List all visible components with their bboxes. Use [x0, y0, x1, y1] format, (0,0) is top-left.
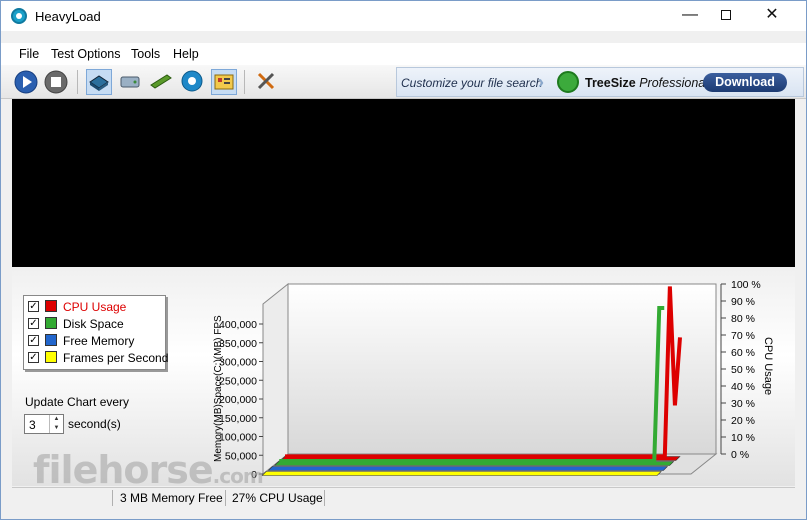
title-bar: HeavyLoad — ✕	[1, 1, 806, 31]
legend-label: Disk Space	[63, 317, 124, 331]
update-chart-label: Update Chart every	[25, 395, 130, 409]
legend-checkbox[interactable]: ✓	[28, 301, 39, 312]
menu-bar: File Test Options Tools Help	[1, 43, 806, 65]
cpu-test-button[interactable]	[86, 69, 112, 95]
right-axis-tick-label: 0 %	[731, 449, 749, 461]
toolbar-separator	[244, 70, 245, 94]
watermark: filehorse.com	[33, 448, 264, 492]
menu-file[interactable]: File	[19, 47, 39, 61]
left-axis-tick-label: 300,000	[219, 357, 257, 369]
status-divider	[324, 490, 325, 506]
render-area	[12, 99, 795, 267]
right-axis-tick-label: 20 %	[731, 415, 755, 427]
ad-brand: TreeSize Professional	[585, 76, 709, 90]
hard-disk-icon	[120, 76, 140, 88]
update-interval-stepper[interactable]: 3 ▲ ▼	[24, 414, 64, 434]
stop-button[interactable]	[43, 69, 69, 95]
treesize-logo-icon	[557, 71, 579, 93]
right-axis-tick-label: 10 %	[731, 432, 755, 444]
legend-checkbox[interactable]: ✓	[28, 335, 39, 346]
toolbar-separator	[77, 70, 78, 94]
status-divider	[225, 490, 226, 506]
watermark-name: filehorse	[33, 448, 214, 492]
left-axis-tick-label: 250,000	[219, 375, 257, 387]
stop-icon	[44, 70, 68, 94]
gpu-test-button[interactable]	[180, 69, 206, 95]
right-axis-tick-label: 60 %	[731, 347, 755, 359]
left-axis-tick-label: 350,000	[219, 338, 257, 350]
chart-legend: ✓ CPU Usage ✓ Disk Space ✓ Free Memory ✓…	[23, 295, 169, 370]
right-axis-tick-label: 70 %	[731, 330, 755, 342]
right-axis-tick-label: 50 %	[731, 364, 755, 376]
legend-checkbox[interactable]: ✓	[28, 318, 39, 329]
chevron-right-icon: ›	[538, 72, 544, 92]
legend-label: CPU Usage	[63, 300, 127, 314]
treesize-ad-banner[interactable]: Customize your file search › TreeSize Pr…	[396, 67, 804, 97]
start-button[interactable]	[13, 69, 39, 95]
cpu-chip-icon	[89, 75, 109, 91]
legend-swatch	[45, 351, 57, 363]
legend-swatch	[45, 317, 57, 329]
download-button[interactable]: Download	[703, 73, 787, 92]
app-window: HeavyLoad — ✕ File Test Options Tools He…	[0, 0, 807, 520]
right-axis-tick-label: 90 %	[731, 296, 755, 308]
chart-left-wall	[262, 282, 289, 476]
maximize-icon	[721, 9, 731, 20]
status-bar: 3 MB Memory Free 27% CPU Usage	[12, 487, 795, 507]
status-memory: 3 MB Memory Free	[120, 491, 223, 505]
menu-test-options[interactable]: Test Options	[51, 47, 120, 61]
status-cpu: 27% CPU Usage	[232, 491, 323, 505]
update-interval-value: 3	[29, 418, 36, 432]
heavyload-app-icon	[11, 8, 27, 24]
chart-back-wall	[287, 283, 717, 455]
legend-checkbox[interactable]: ✓	[28, 352, 39, 363]
menu-tools[interactable]: Tools	[131, 47, 160, 61]
series-floor-frames-per-second	[261, 471, 662, 476]
stepper-arrows-icon[interactable]: ▲ ▼	[49, 415, 63, 433]
options-button[interactable]	[254, 69, 280, 95]
disk-test-button[interactable]	[118, 69, 144, 95]
right-axis-tick-label: 80 %	[731, 313, 755, 325]
legend-swatch	[45, 300, 57, 312]
maximize-button[interactable]	[703, 1, 749, 31]
left-axis-label: Memory(MB)Space(C:)(MB) FPS	[213, 315, 224, 462]
legend-label: Free Memory	[63, 334, 135, 348]
chart-panel-icon	[214, 74, 234, 90]
legend-label: Frames per Second	[63, 351, 169, 365]
right-axis-tick-label: 30 %	[731, 398, 755, 410]
ram-module-icon	[150, 74, 172, 89]
memory-test-button[interactable]	[149, 69, 175, 95]
tools-icon	[257, 72, 275, 90]
update-unit-label: second(s)	[68, 417, 121, 431]
play-icon	[14, 70, 38, 94]
right-axis-tick-label: 100 %	[731, 279, 761, 291]
load-chart: 050,000100,000150,000200,000250,000300,0…	[213, 279, 774, 481]
left-axis-tick-label: 200,000	[219, 394, 257, 406]
window-title: HeavyLoad	[35, 9, 101, 24]
left-axis-tick-label: 400,000	[219, 319, 257, 331]
ad-prompt: Customize your file search	[401, 76, 543, 90]
left-axis-tick-label: 150,000	[219, 413, 257, 425]
right-axis-tick-label: 40 %	[731, 381, 755, 393]
series-floor-free-memory	[267, 466, 669, 471]
gpu-icon	[181, 70, 203, 92]
close-button[interactable]: ✕	[749, 1, 795, 31]
status-divider	[112, 490, 113, 506]
menu-help[interactable]: Help	[173, 47, 199, 61]
watermark-suffix: .com	[212, 464, 264, 488]
right-axis-label: CPU Usage	[762, 337, 774, 395]
legend-swatch	[45, 334, 57, 346]
left-axis-tick-label: 100,000	[219, 432, 257, 444]
toolbar: Customize your file search › TreeSize Pr…	[1, 65, 806, 99]
chart-view-button[interactable]	[211, 69, 237, 95]
